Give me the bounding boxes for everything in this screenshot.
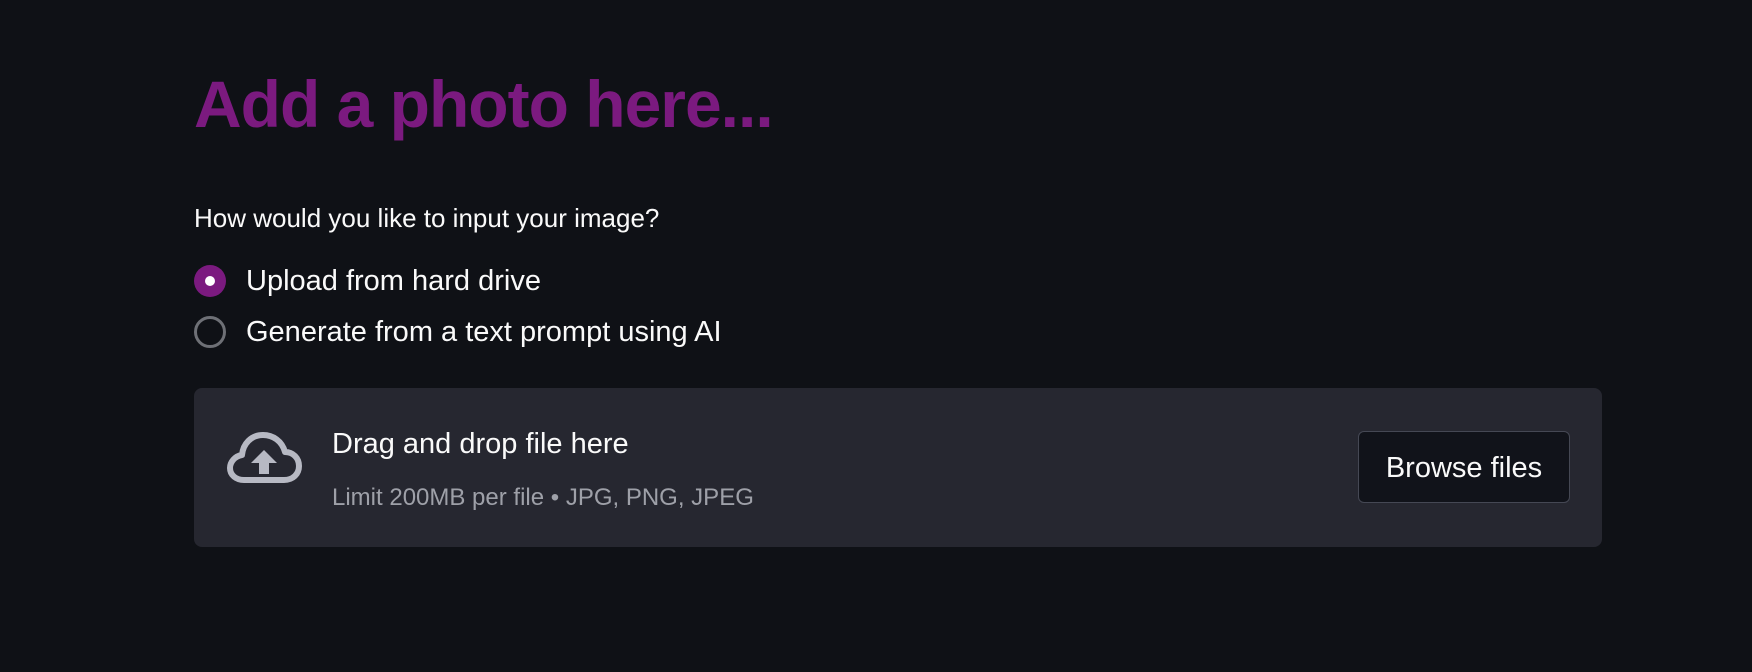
radio-unselected-icon[interactable] [194,316,226,348]
radio-selected-icon[interactable] [194,265,226,297]
browse-files-button[interactable]: Browse files [1358,431,1570,503]
cloud-upload-icon [227,432,302,483]
drag-drop-title: Drag and drop file here [332,428,629,460]
upload-limit-text: Limit 200MB per file • JPG, PNG, JPEG [332,484,754,511]
image-input-radio-group: Upload from hard drive Generate from a t… [194,262,1602,351]
radio-option-upload[interactable]: Upload from hard drive [194,262,1602,300]
page-title: Add a photo here... [194,67,774,141]
radio-label-generate: Generate from a text prompt using AI [246,316,722,348]
radio-option-generate[interactable]: Generate from a text prompt using AI [194,313,1602,351]
radio-label-upload: Upload from hard drive [246,265,541,297]
app-page: Add a photo here... How would you like t… [0,0,1752,672]
file-dropzone[interactable]: Drag and drop file here Limit 200MB per … [194,388,1602,547]
main-content: Add a photo here... How would you like t… [194,0,1602,547]
image-input-question: How would you like to input your image? [194,203,660,233]
